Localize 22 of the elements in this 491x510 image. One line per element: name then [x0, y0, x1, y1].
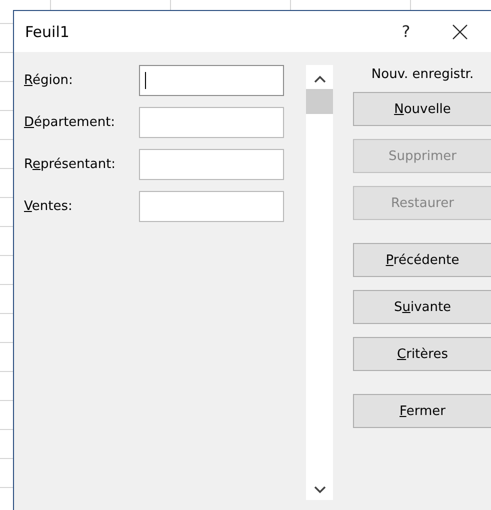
dialog-button[interactable]: Fermer	[353, 394, 491, 428]
field-label: Ventes:	[24, 199, 74, 214]
input-field[interactable]	[139, 107, 284, 138]
text-caret	[145, 72, 146, 89]
scroll-down-icon[interactable]	[314, 486, 326, 494]
dialog-button[interactable]: Suivante	[353, 290, 491, 324]
scrollbar[interactable]	[306, 65, 333, 500]
dialog-button[interactable]: Nouvelle	[353, 92, 491, 126]
scroll-up-icon[interactable]	[314, 75, 326, 83]
field-label: Représentant:	[24, 157, 117, 172]
input-field[interactable]	[139, 149, 284, 180]
help-button[interactable]: ?	[388, 16, 424, 48]
input-field[interactable]	[139, 65, 284, 96]
dialog-button[interactable]: Critères	[353, 337, 491, 371]
window-title: Feuil1	[25, 22, 70, 40]
scroll-thumb[interactable]	[306, 89, 333, 114]
close-icon	[452, 24, 468, 40]
record-status: Nouv. enregistr.	[371, 67, 474, 82]
field-label: Département:	[24, 115, 116, 130]
input-field[interactable]	[139, 191, 284, 222]
field-label: Région:	[24, 73, 74, 88]
dialog-button[interactable]: Précédente	[353, 243, 491, 277]
